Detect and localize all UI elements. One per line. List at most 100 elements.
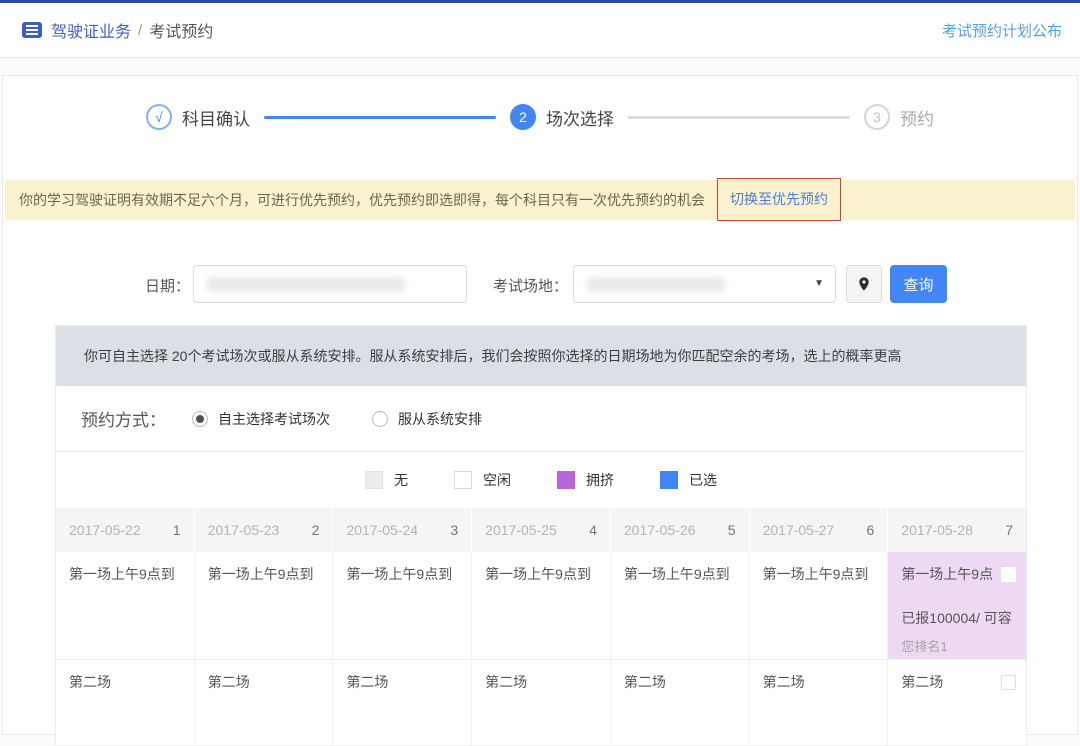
column-day: 4 <box>589 522 597 538</box>
list-icon <box>22 22 42 38</box>
venue-label: 考试场地： <box>488 275 568 296</box>
session-title: 第二场 <box>901 672 943 692</box>
venue-select[interactable]: ▼ <box>573 265 836 303</box>
column-day: 2 <box>312 522 320 538</box>
session-cell[interactable]: 第二场 <box>56 660 195 746</box>
column-day: 7 <box>1005 522 1013 538</box>
switch-priority-link[interactable]: 切换至优先预约 <box>730 189 828 209</box>
session-cell[interactable]: 第二场 <box>333 660 472 746</box>
legend-item-free: 空闲 <box>454 470 511 490</box>
filter-row: 日期： 考试场地： ▼ 查询 <box>3 265 1077 303</box>
session-cell[interactable]: 第一场上午9点到 <box>472 552 611 660</box>
step-session-select: 2 场次选择 <box>510 104 614 130</box>
calendar-header-cell: 2017-05-26 5 <box>611 508 750 552</box>
calendar-header-cell: 2017-05-28 7 <box>888 508 1026 552</box>
main-panel: √ 科目确认 2 场次选择 3 预约 你的学习驾驶证明有效期不足六个月，可进行优… <box>2 75 1078 735</box>
step1-label: 科目确认 <box>182 105 250 130</box>
session-cell[interactable]: 第一场上午9点到 <box>56 552 195 660</box>
calendar-header-cell: 2017-05-22 1 <box>56 508 195 552</box>
system-tip-text: 你可自主选择 20个考试场次或服从系统安排。服从系统安排后，我们会按照你选择的日… <box>84 346 901 366</box>
booking-mode-label: 预约方式： <box>81 406 166 431</box>
legend-label-free: 空闲 <box>483 470 511 490</box>
red-annotation-box: 切换至优先预约 <box>717 178 841 221</box>
legend-swatch-selected <box>660 471 678 489</box>
session-cell[interactable]: 第一场上午9点到 <box>195 552 334 660</box>
page-header: 驾驶证业务 / 考试预约 考试预约计划公布 <box>0 3 1080 58</box>
legend-label-none: 无 <box>394 470 408 490</box>
date-input[interactable] <box>193 265 467 303</box>
step2-number: 2 <box>510 104 536 130</box>
breadcrumb-current: 考试预约 <box>149 18 213 42</box>
legend-swatch-crowded <box>557 471 575 489</box>
calendar-header-cell: 2017-05-23 2 <box>195 508 334 552</box>
legend-swatch-none <box>365 471 383 489</box>
session-cell[interactable]: 第二场 <box>611 660 750 746</box>
column-day: 5 <box>728 522 736 538</box>
session-cell[interactable]: 第二场 <box>888 660 1026 746</box>
column-date: 2017-05-24 <box>346 522 418 538</box>
legend-item-crowded: 拥挤 <box>557 470 614 490</box>
calendar-header-cell: 2017-05-24 3 <box>333 508 472 552</box>
radio-self-select[interactable] <box>192 411 208 427</box>
session-rank: 您排名1 <box>901 636 1016 655</box>
chevron-down-icon: ▼ <box>814 278 824 289</box>
exam-plan-link[interactable]: 考试预约计划公布 <box>942 20 1062 41</box>
booking-mode-row: 预约方式： 自主选择考试场次 服从系统安排 <box>56 386 1026 452</box>
legend-item-none: 无 <box>365 470 408 490</box>
location-pin-icon <box>856 276 872 292</box>
legend-label-crowded: 拥挤 <box>586 470 614 490</box>
calendar-header-cell: 2017-05-25 4 <box>472 508 611 552</box>
session-row-2: 第二场 第二场 第二场 第二场 第二场 第二场 第二场 <box>56 660 1026 746</box>
column-date: 2017-05-28 <box>901 522 973 538</box>
legend-item-selected: 已选 <box>660 470 717 490</box>
step1-check-icon: √ <box>146 104 172 130</box>
column-date: 2017-05-23 <box>208 522 280 538</box>
radio-system-arrange[interactable] <box>372 411 388 427</box>
redacted-venue-value <box>586 277 726 292</box>
search-button[interactable]: 查询 <box>890 265 947 303</box>
priority-notice-bar: 你的学习驾驶证明有效期不足六个月，可进行优先预约，优先预约即选即得，每个科目只有… <box>5 180 1075 220</box>
column-date: 2017-05-22 <box>69 522 141 538</box>
session-cell[interactable]: 第一场上午9点到 <box>333 552 472 660</box>
step2-label: 场次选择 <box>546 105 614 130</box>
session-title-line: 第一场上午9点 <box>901 564 1016 584</box>
session-cell-crowded[interactable]: 第一场上午9点 已报100004/ 可容 您排名1 <box>888 552 1026 660</box>
session-checkbox[interactable] <box>1001 567 1016 582</box>
map-location-button[interactable] <box>846 265 882 303</box>
system-tip-bar: 你可自主选择 20个考试场次或服从系统安排。服从系统安排后，我们会按照你选择的日… <box>56 326 1026 386</box>
step3-label: 预约 <box>900 105 934 130</box>
legend-label-selected: 已选 <box>689 470 717 490</box>
date-label: 日期： <box>128 275 190 296</box>
calendar-header-cell: 2017-05-27 6 <box>750 508 889 552</box>
stepper-connector-pending <box>628 116 850 119</box>
session-title-line: 第二场 <box>901 672 1016 692</box>
step-booking: 3 预约 <box>864 104 934 130</box>
column-day: 6 <box>867 522 875 538</box>
session-cell[interactable]: 第二场 <box>750 660 889 746</box>
session-title: 第一场上午9点 <box>901 564 993 584</box>
priority-notice-text: 你的学习驾驶证明有效期不足六个月，可进行优先预约，优先预约即选即得，每个科目只有… <box>19 190 705 210</box>
session-cell[interactable]: 第二场 <box>195 660 334 746</box>
schedule-panel: 你可自主选择 20个考试场次或服从系统安排。服从系统安排后，我们会按照你选择的日… <box>55 325 1027 745</box>
radio-system-arrange-label[interactable]: 服从系统安排 <box>398 409 482 429</box>
column-day: 1 <box>173 522 181 538</box>
column-date: 2017-05-27 <box>763 522 835 538</box>
status-legend: 无 空闲 拥挤 已选 <box>56 452 1026 508</box>
column-day: 3 <box>450 522 458 538</box>
redacted-date-value <box>206 277 406 292</box>
session-cell[interactable]: 第一场上午9点到 <box>750 552 889 660</box>
radio-self-select-label[interactable]: 自主选择考试场次 <box>218 409 330 429</box>
column-date: 2017-05-25 <box>485 522 557 538</box>
session-cell[interactable]: 第一场上午9点到 <box>611 552 750 660</box>
legend-swatch-free <box>454 471 472 489</box>
stepper-connector-done <box>264 116 496 119</box>
step-subject-confirm: √ 科目确认 <box>146 104 250 130</box>
wizard-stepper: √ 科目确认 2 场次选择 3 预约 <box>3 104 1077 130</box>
session-checkbox[interactable] <box>1001 675 1016 690</box>
calendar-header-row: 2017-05-22 1 2017-05-23 2 2017-05-24 3 2… <box>56 508 1026 552</box>
column-date: 2017-05-26 <box>624 522 696 538</box>
breadcrumb-separator: / <box>138 22 142 39</box>
session-stats: 已报100004/ 可容 <box>901 608 1016 628</box>
session-cell[interactable]: 第二场 <box>472 660 611 746</box>
breadcrumb-section[interactable]: 驾驶证业务 <box>51 18 131 42</box>
